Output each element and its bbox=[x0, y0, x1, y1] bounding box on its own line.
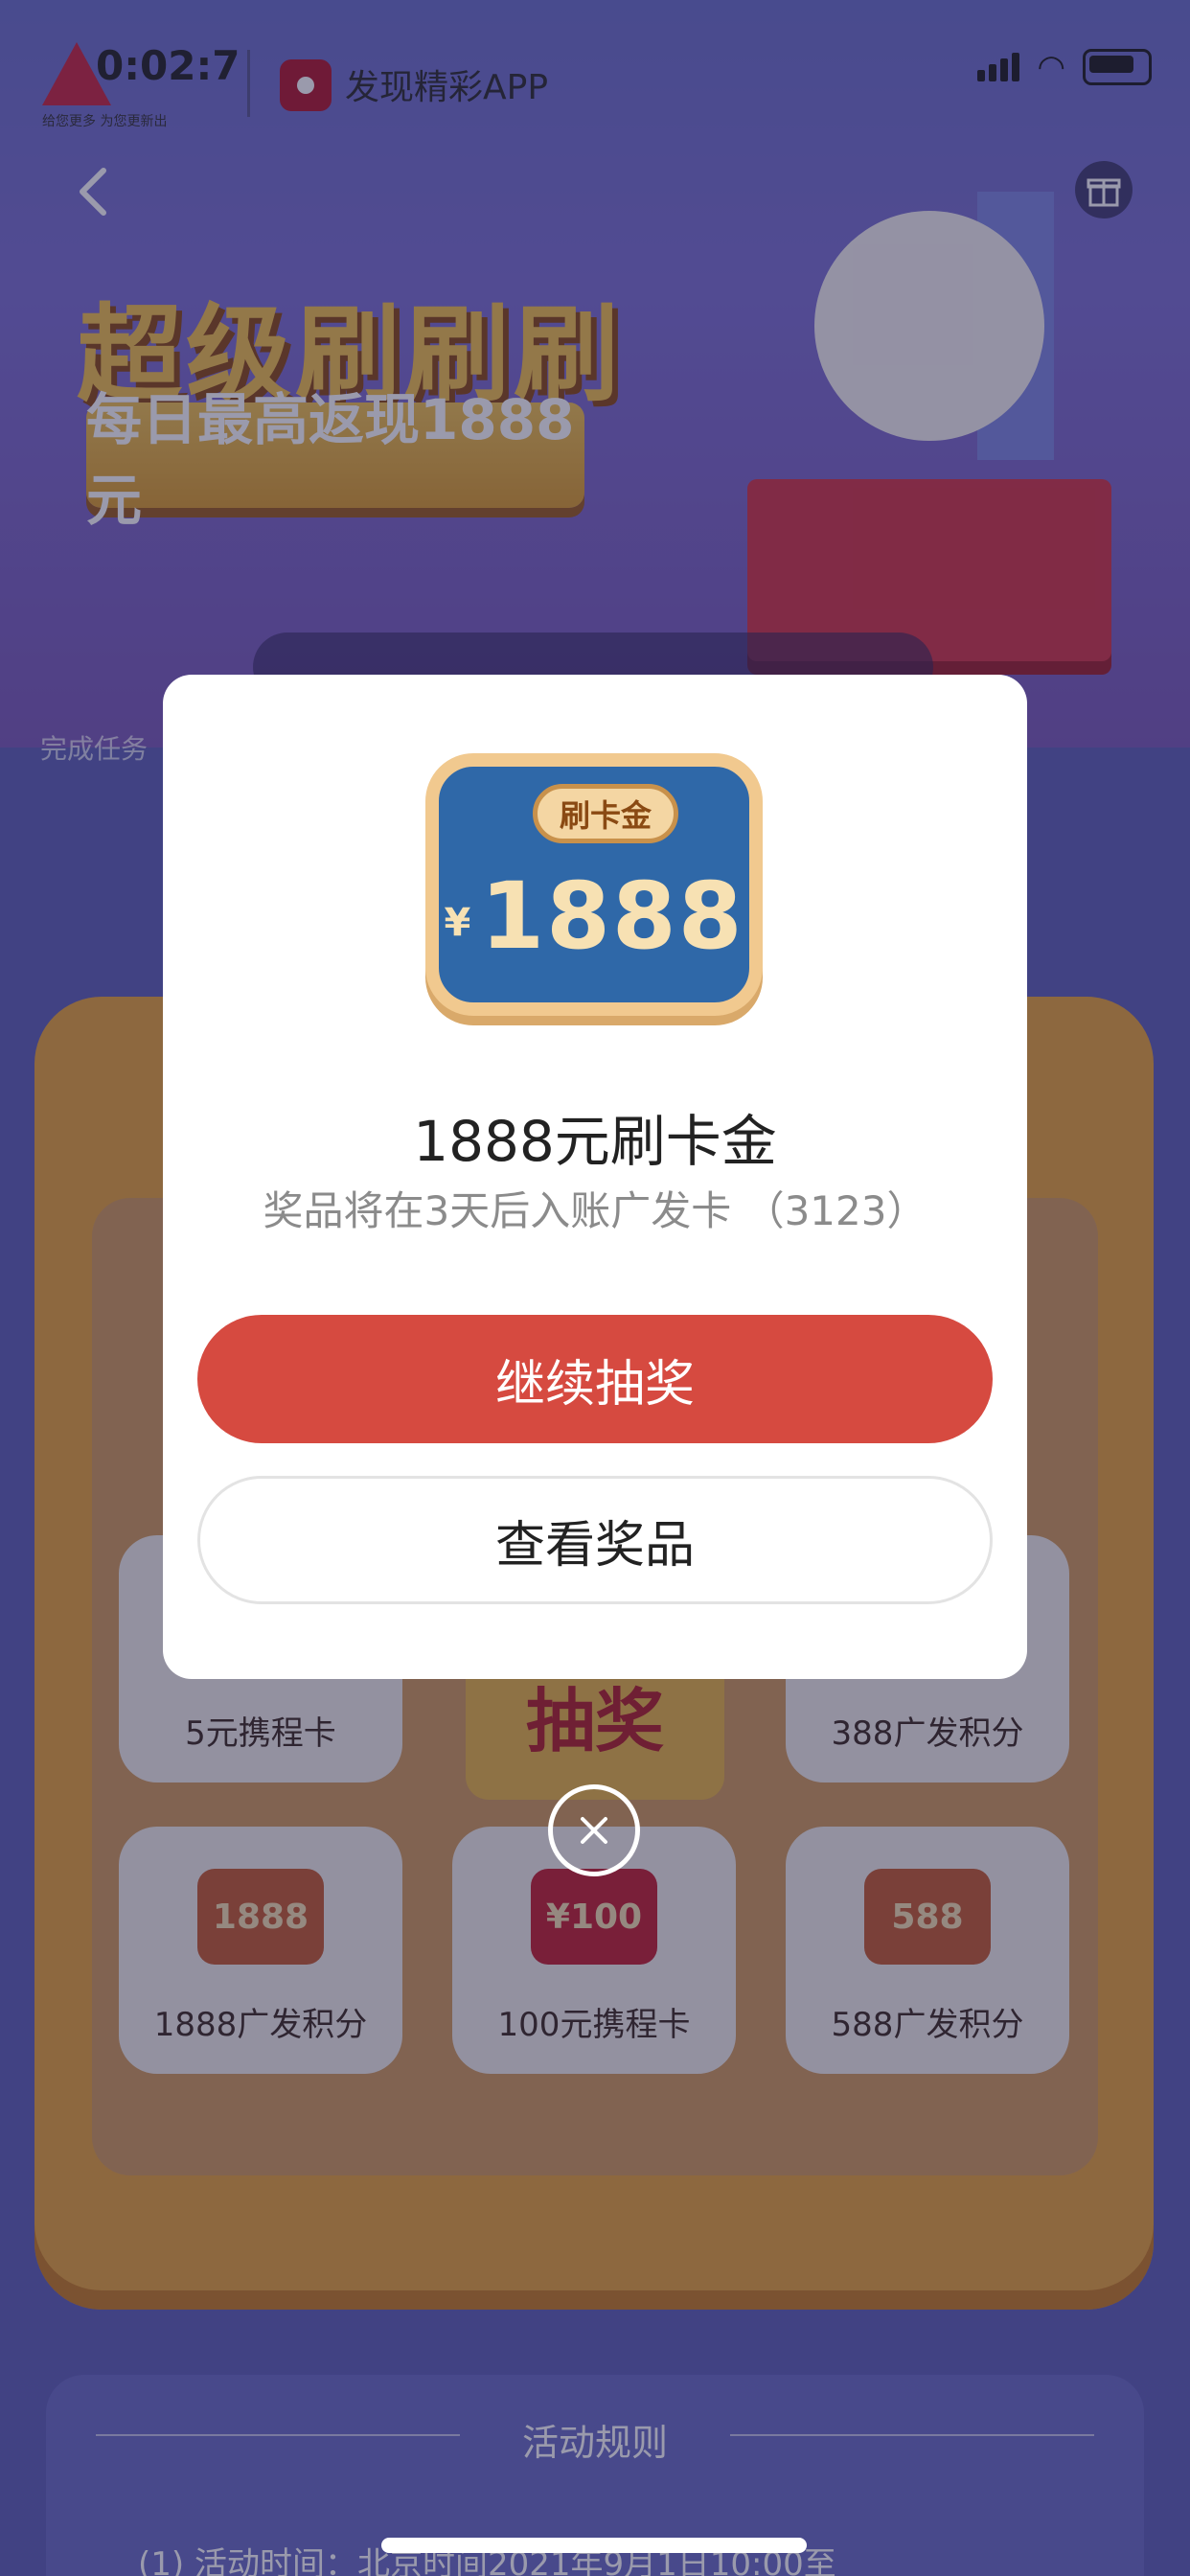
modal-subtitle: 奖品将在3天后入账广发卡 （3123） bbox=[263, 1187, 927, 1234]
modal-title: 1888元刷卡金 bbox=[413, 1109, 777, 1174]
prize-value: 1888 bbox=[480, 862, 744, 970]
prize-modal: 刷卡金 ¥1888 1888元刷卡金 奖品将在3天后入账广发卡 （3123） 继… bbox=[163, 675, 1027, 1679]
close-modal-button[interactable] bbox=[548, 1784, 640, 1876]
currency-symbol: ¥ bbox=[444, 900, 473, 945]
continue-draw-button[interactable]: 继续抽奖 bbox=[197, 1315, 993, 1443]
prize-badge: 刷卡金 bbox=[533, 784, 678, 843]
home-indicator[interactable] bbox=[381, 2538, 807, 2553]
close-icon bbox=[581, 1817, 607, 1844]
prize-card: 刷卡金 ¥1888 bbox=[425, 753, 763, 1016]
view-prizes-button[interactable]: 查看奖品 bbox=[197, 1476, 993, 1604]
prize-amount: ¥1888 bbox=[439, 862, 749, 970]
lottery-page: 0:02:7 给您更多 为您更新出 发现精彩APP ◠ 超级刷刷刷 每日最高返现… bbox=[0, 0, 1190, 2576]
